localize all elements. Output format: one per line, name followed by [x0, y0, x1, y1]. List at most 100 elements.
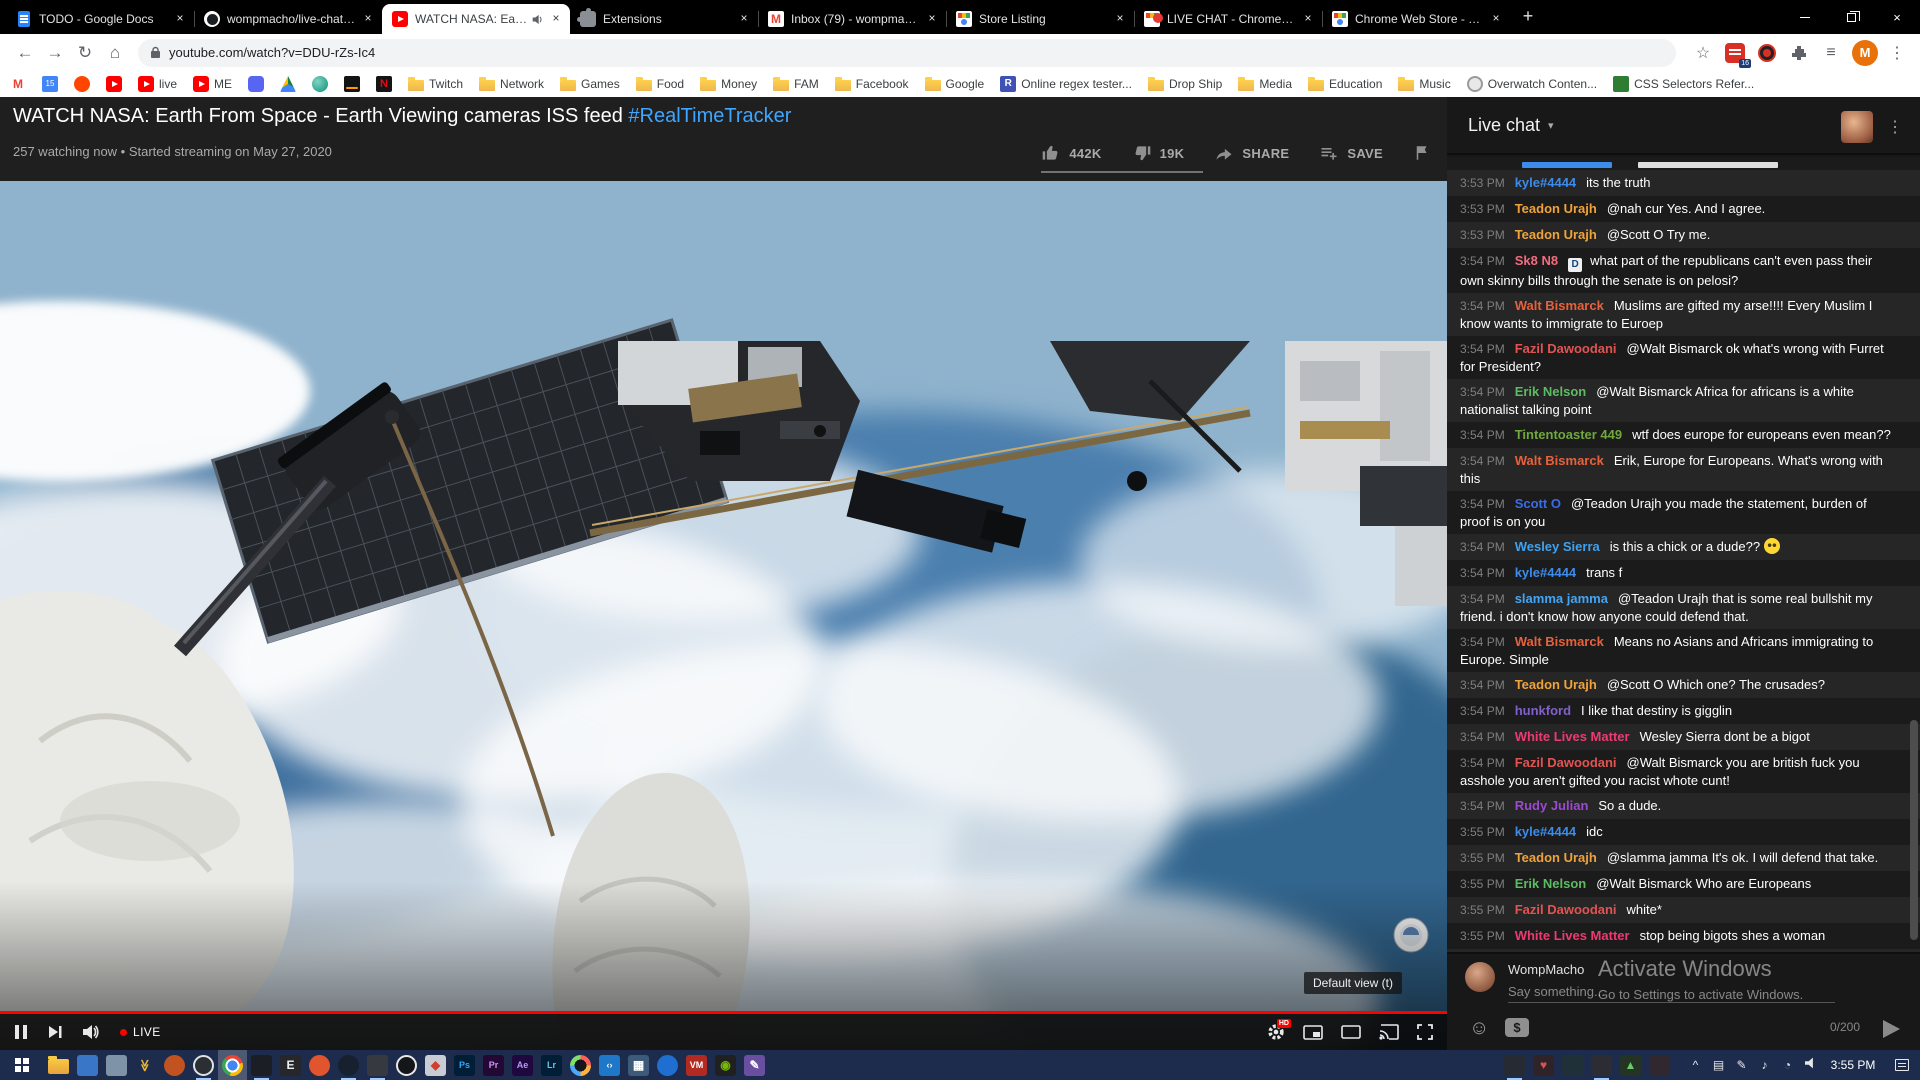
emoji-picker-icon[interactable]: ☺	[1469, 1018, 1489, 1038]
browser-tab[interactable]: wompmacho/live-chat: A C×	[194, 4, 382, 34]
dislike-button[interactable]: 19K	[1132, 143, 1185, 163]
new-tab-button[interactable]: +	[1514, 3, 1542, 31]
bookmark-item[interactable]	[74, 76, 90, 92]
tab-close-icon[interactable]: ×	[360, 11, 376, 27]
recorder-extension-icon[interactable]	[1754, 40, 1780, 66]
like-button[interactable]: 442K	[1041, 143, 1101, 163]
volume-button[interactable]	[82, 1024, 100, 1040]
dark-app-2[interactable]: ♥	[1529, 1050, 1558, 1080]
bookmark-item[interactable]: CSS Selectors Refer...	[1613, 76, 1754, 92]
close-button[interactable]: ×	[1874, 0, 1920, 34]
next-button[interactable]	[48, 1025, 62, 1039]
minimize-button[interactable]	[1782, 0, 1828, 34]
action-center-button[interactable]	[1884, 1050, 1920, 1080]
browser-tab[interactable]: TODO - Google Docs×	[6, 4, 194, 34]
bookmark-item[interactable]: Games	[560, 77, 620, 91]
tray-display[interactable]: ▤	[1707, 1050, 1730, 1080]
video-player[interactable]: Default view (t) LIVE HD	[0, 181, 1447, 1050]
pin-orange-app[interactable]	[305, 1050, 334, 1080]
tab-close-icon[interactable]: ×	[1112, 11, 1128, 27]
system-monitor-app[interactable]	[102, 1050, 131, 1080]
pin-dark-app[interactable]	[392, 1050, 421, 1080]
channel-avatar[interactable]	[1841, 111, 1873, 143]
browser-tab[interactable]: WATCH NASA: Earth Fro×	[382, 4, 570, 34]
save-button[interactable]: SAVE	[1319, 143, 1383, 163]
dark-app-1[interactable]	[1500, 1050, 1529, 1080]
tab-close-icon[interactable]: ×	[924, 11, 940, 27]
adblock-extension-icon[interactable]: 16	[1722, 40, 1748, 66]
github-desktop[interactable]	[247, 1050, 276, 1080]
chat-menu-icon[interactable]: ⋮	[1887, 117, 1904, 137]
browser-tab[interactable]: Inbox (79) - wompmacho@×	[758, 4, 946, 34]
premiere[interactable]: Pr	[479, 1050, 508, 1080]
bookmark-item[interactable]: Facebook	[835, 77, 909, 91]
bookmark-item[interactable]: Music	[1398, 77, 1450, 91]
bookmark-item[interactable]: Google	[925, 77, 985, 91]
bookmark-item[interactable]	[248, 76, 264, 92]
bookmark-item[interactable]	[376, 76, 392, 92]
chat-scrollbar-thumb[interactable]	[1910, 720, 1918, 940]
settings-button[interactable]: HD	[1267, 1023, 1285, 1041]
msi-afterburner[interactable]: ≫	[131, 1050, 160, 1080]
start-button[interactable]	[0, 1050, 44, 1080]
superchat-icon[interactable]: $	[1505, 1018, 1529, 1037]
bookmark-item[interactable]	[280, 76, 296, 92]
home-button[interactable]: ⌂	[100, 38, 130, 68]
send-icon[interactable]	[1883, 1020, 1900, 1038]
tray-speaker[interactable]	[1799, 1050, 1822, 1080]
chat-title-dropdown[interactable]: Live chat ▾	[1468, 115, 1554, 136]
user-avatar[interactable]	[1465, 962, 1495, 992]
address-bar[interactable]: youtube.com/watch?v=DDU-rZs-Ic4	[138, 39, 1676, 67]
bookmark-item[interactable]: Education	[1308, 77, 1382, 91]
bookmark-item[interactable]: Drop Ship	[1148, 77, 1222, 91]
dark-app-4[interactable]	[1587, 1050, 1616, 1080]
blue-swirl-app[interactable]	[653, 1050, 682, 1080]
calculator[interactable]: ▦	[624, 1050, 653, 1080]
bookmark-item[interactable]: live	[138, 76, 177, 92]
davinci-resolve[interactable]	[566, 1050, 595, 1080]
progress-bar[interactable]	[0, 1011, 1447, 1014]
steam[interactable]	[334, 1050, 363, 1080]
lightroom[interactable]: Lr	[537, 1050, 566, 1080]
chat-input-field[interactable]: Say something...	[1508, 984, 1605, 999]
tray-pen[interactable]: ✎	[1730, 1050, 1753, 1080]
bookmark-item[interactable]: Twitch	[408, 77, 463, 91]
tab-close-icon[interactable]: ×	[548, 11, 564, 27]
bookmark-star-icon[interactable]: ☆	[1690, 40, 1716, 66]
tab-close-icon[interactable]: ×	[1488, 11, 1504, 27]
bookmark-item[interactable]	[344, 76, 360, 92]
tab-close-icon[interactable]: ×	[1300, 11, 1316, 27]
hashtag-link[interactable]: #RealTimeTracker	[628, 105, 791, 127]
bookmark-item[interactable]	[10, 76, 26, 92]
device-app[interactable]	[73, 1050, 102, 1080]
clock[interactable]: 3:55 PM	[1822, 1050, 1884, 1080]
dark-app-6[interactable]	[1645, 1050, 1674, 1080]
chrome[interactable]	[218, 1050, 247, 1080]
fullscreen-button[interactable]	[1417, 1024, 1433, 1040]
bookmark-item[interactable]: Network	[479, 77, 544, 91]
browser-tab[interactable]: LIVE CHAT - Chrome We×	[1134, 4, 1322, 34]
bookmark-item[interactable]: Media	[1238, 77, 1292, 91]
cast-button[interactable]	[1379, 1024, 1399, 1040]
tray-clock[interactable]: ◔	[1776, 1050, 1799, 1080]
paint-app[interactable]: ✎	[740, 1050, 769, 1080]
bookmark-item[interactable]	[42, 76, 58, 92]
file-explorer[interactable]	[44, 1050, 73, 1080]
discord[interactable]	[363, 1050, 392, 1080]
tray-expand[interactable]: ^	[1684, 1050, 1707, 1080]
rainmeter[interactable]: ◆	[421, 1050, 450, 1080]
browser-menu-icon[interactable]: ⋮	[1884, 40, 1910, 66]
pause-button[interactable]	[14, 1024, 28, 1040]
profile-avatar[interactable]: M	[1852, 40, 1878, 66]
bookmark-item[interactable]: FAM	[773, 77, 819, 91]
bookmark-item[interactable]	[312, 76, 328, 92]
bookmark-item[interactable]: Online regex tester...	[1000, 76, 1132, 92]
extensions-puzzle-icon[interactable]	[1786, 40, 1812, 66]
after-effects[interactable]: Ae	[508, 1050, 537, 1080]
maximize-button[interactable]	[1828, 0, 1874, 34]
browser-tab[interactable]: Chrome Web Store - emote×	[1322, 4, 1510, 34]
bookmark-item[interactable]: Overwatch Conten...	[1467, 76, 1597, 92]
vscode[interactable]: ‹›	[595, 1050, 624, 1080]
browser-tab[interactable]: Extensions×	[570, 4, 758, 34]
bookmark-item[interactable]: Food	[636, 77, 684, 91]
